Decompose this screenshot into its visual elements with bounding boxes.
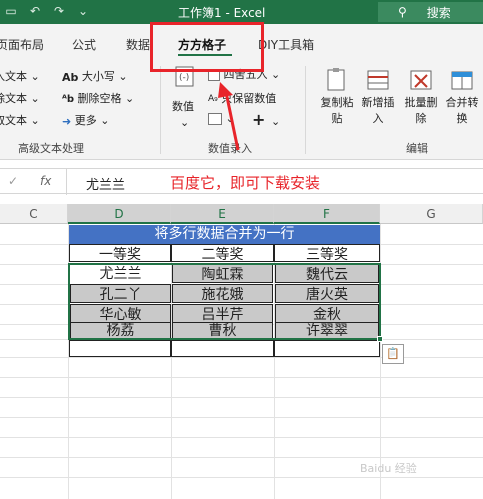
formula-bar: ✓ fx 尤兰兰 百度它，即可下载安装 [0, 168, 483, 195]
header-cell-3[interactable]: 三等奖 [274, 244, 380, 262]
data-cell[interactable]: 曹秋 [172, 322, 273, 339]
column-header-c[interactable]: C [0, 204, 68, 224]
merged-title-cell[interactable]: 将多行数据合并为一行 [69, 225, 380, 244]
image-icon [208, 113, 222, 125]
separator [66, 169, 67, 195]
extract-text-button[interactable]: 取文本 ⌄ [0, 112, 40, 128]
data-cell[interactable]: 吕半芹 [172, 304, 273, 323]
numeric-group-label: 数值录入 [208, 142, 252, 155]
column-header-e[interactable]: E [171, 204, 274, 224]
keep-values-button[interactable]: A₉ 只保留数值 [208, 90, 276, 106]
tab-formulas[interactable]: 公式 [72, 36, 96, 53]
gridline [0, 457, 483, 458]
gridline [0, 477, 483, 478]
data-cell[interactable]: 杨荔 [70, 322, 171, 339]
plus-button[interactable]: + ⌄ [252, 110, 280, 129]
search-label: 搜索 [426, 5, 451, 20]
merge-icon [451, 71, 473, 90]
data-cell[interactable]: 金秋 [275, 304, 379, 323]
data-cell[interactable]: 魏代云 [275, 264, 379, 283]
delete-cells-icon [410, 70, 432, 90]
empty-cell[interactable] [274, 340, 380, 357]
data-cell[interactable]: 华心敏 [70, 304, 171, 323]
data-cell[interactable]: 唐火英 [275, 284, 379, 303]
insert-rows-icon [367, 70, 389, 90]
trim-spaces-icon: ᴬb [62, 93, 75, 105]
header-cell-2[interactable]: 二等奖 [171, 244, 274, 262]
tab-data[interactable]: 数据 [126, 36, 150, 53]
gridline [0, 357, 483, 358]
insert-text-button[interactable]: 入文本 ⌄ [0, 68, 40, 84]
numeric-label[interactable]: 数值 [172, 98, 194, 114]
annotation-text: 百度它，即可下载安装 [170, 174, 321, 192]
copy-paste-button[interactable]: 复制粘 贴 [318, 66, 356, 126]
svg-text:(-): (-) [179, 73, 189, 83]
gridline [0, 377, 483, 378]
data-cell[interactable]: 施花娥 [172, 284, 273, 303]
plus-icon: + [252, 110, 266, 129]
gridline [0, 417, 483, 418]
case-icon: Ab [62, 70, 79, 84]
empty-cell[interactable] [171, 340, 274, 357]
gridline [0, 437, 483, 438]
insert-new-button[interactable]: 新增插 入 [358, 66, 398, 126]
search-icon: ⚲ [398, 5, 407, 19]
text-group-label: 高级文本处理 [18, 142, 84, 155]
data-cell[interactable]: 尤兰兰 [70, 264, 171, 283]
fill-handle[interactable] [377, 336, 383, 342]
column-header-g[interactable]: G [380, 204, 483, 224]
paste-options-icon[interactable]: 📋 [382, 344, 404, 364]
gridline [0, 397, 483, 398]
highlight-box [150, 22, 264, 72]
separator [305, 66, 306, 154]
data-cell[interactable]: 孔二丫 [70, 284, 171, 303]
trim-spaces-button[interactable]: ᴬb 删除空格 ⌄ [62, 90, 134, 106]
worksheet-grid[interactable]: C D E F G 将多行数据合并为一行 一等奖 二等奖 三等奖 尤兰兰 陶虹霖… [0, 204, 483, 499]
title-bar: ▭ ↶ ↷ ⌄ 工作簿1 - Excel ⚲ 搜索 [0, 0, 483, 24]
column-header-d[interactable]: D [68, 204, 171, 224]
tab-diy-toolbox[interactable]: DIY工具箱 [258, 36, 314, 53]
more-button[interactable]: ➜ 更多 ⌄ [62, 112, 109, 128]
insert-function-icon[interactable]: fx [40, 174, 51, 188]
redo-icon[interactable]: ↷ [52, 4, 66, 18]
save-icon[interactable]: ▭ [4, 4, 18, 18]
image-tools-button[interactable]: ⌄ [208, 112, 235, 125]
header-cell-1[interactable]: 一等奖 [69, 244, 171, 262]
formula-input[interactable]: 尤兰兰 [86, 174, 125, 193]
edit-group-label: 编辑 [406, 142, 428, 155]
customize-icon[interactable]: ⌄ [76, 4, 90, 18]
quick-access-toolbar: ▭ ↶ ↷ ⌄ [4, 4, 90, 18]
data-cell[interactable]: 陶虹霖 [172, 264, 273, 283]
separator [160, 66, 161, 154]
window-title: 工作簿1 - Excel [178, 6, 266, 20]
search-box[interactable]: ⚲ 搜索 [378, 2, 483, 22]
watermark: Baidu 经验 [360, 462, 417, 475]
more-icon: ➜ [62, 114, 72, 128]
empty-cell[interactable] [69, 340, 171, 357]
case-button[interactable]: Ab 大小写 ⌄ [62, 68, 128, 84]
keep-values-icon: A₉ [208, 94, 218, 104]
data-cell[interactable]: 许翠翠 [275, 322, 379, 339]
delete-text-button[interactable]: 除文本 ⌄ [0, 90, 40, 106]
tab-page-layout[interactable]: 页面布局 [0, 36, 44, 53]
column-header-f[interactable]: F [274, 204, 380, 224]
merge-convert-button[interactable]: 合并转 换 [443, 66, 481, 126]
undo-icon[interactable]: ↶ [28, 4, 42, 18]
enter-icon[interactable]: ✓ [8, 174, 18, 188]
ribbon: 入文本 ⌄ 除文本 ⌄ 取文本 ⌄ Ab 大小写 ⌄ ᴬb 删除空格 ⌄ ➜ 更… [0, 60, 483, 160]
numeric-dropdown-icon[interactable]: ⌄ [180, 116, 189, 129]
clipboard-icon [327, 68, 345, 91]
batch-delete-button[interactable]: 批量删 除 [401, 66, 441, 126]
